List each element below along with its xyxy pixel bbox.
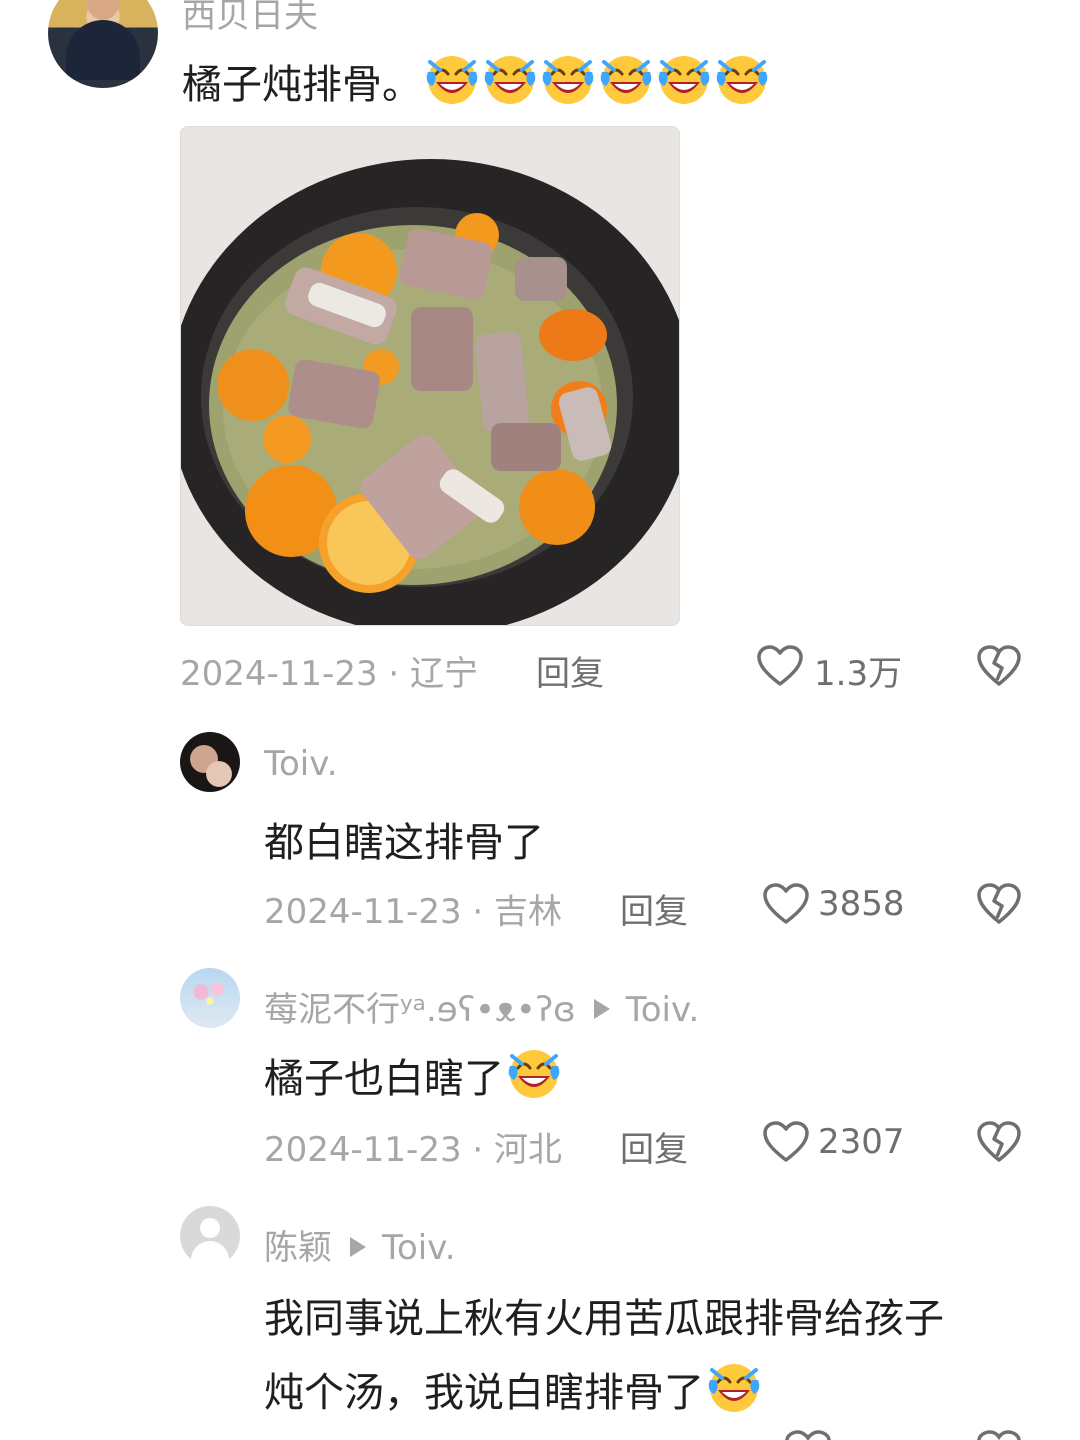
comment-image[interactable] xyxy=(180,126,680,626)
laughing-crying-emoji xyxy=(504,1050,562,1102)
reply-button[interactable]: 回复 xyxy=(620,884,688,933)
default-avatar-head xyxy=(200,1218,220,1238)
dislike-broken-heart-icon[interactable] xyxy=(976,644,1022,688)
comment-date-location: 2024-11-23 · 河北 xyxy=(264,1130,563,1170)
comment-date-location: 2024-11-23 · 辽宁 xyxy=(180,654,479,694)
dislike-broken-heart-icon[interactable] xyxy=(976,1120,1022,1164)
reply-to-username[interactable]: Toiv. xyxy=(626,990,700,1030)
default-avatar-body xyxy=(191,1241,229,1266)
dislike-broken-heart-icon[interactable] xyxy=(976,1430,1022,1440)
emoji-row xyxy=(422,56,770,108)
reply-arrow-icon xyxy=(350,1237,366,1257)
braised-ribs-photo xyxy=(181,127,679,625)
comment-username[interactable]: 莓泥不行ʸᵃ.ɘʕ•ᴥ•ʔɞ xyxy=(264,990,576,1030)
laughing-crying-emoji xyxy=(704,1364,762,1416)
comment-text: 橘子炖排骨。 xyxy=(182,52,770,110)
avatar[interactable] xyxy=(180,968,240,1028)
comment-username-row: 陈颖 Toiv. xyxy=(264,1220,456,1269)
avatar[interactable] xyxy=(48,0,158,88)
like-heart-icon[interactable] xyxy=(762,1120,810,1164)
like-heart-icon[interactable] xyxy=(784,1430,832,1440)
reply-button[interactable]: 回复 xyxy=(536,646,604,695)
avatar[interactable] xyxy=(180,1206,240,1266)
reply-arrow-icon xyxy=(593,999,610,1019)
like-count: 3858 xyxy=(818,884,905,924)
comment-username[interactable]: 西贝日夫 xyxy=(182,0,318,37)
laughing-crying-emoji xyxy=(484,56,536,104)
reply-to-username[interactable]: Toiv. xyxy=(382,1228,456,1268)
laughing-crying-emoji xyxy=(542,56,594,104)
laughing-crying-emoji xyxy=(426,56,478,104)
reply-button[interactable]: 回复 xyxy=(620,1122,688,1171)
comment-text-body: 炖个汤，我说白瞎排骨了 xyxy=(264,1370,704,1416)
laughing-crying-emoji xyxy=(508,1050,560,1098)
comment-text-line-1: 我同事说上秋有火用苦瓜跟排骨给孩子 xyxy=(264,1296,944,1342)
comment-username-row: 莓泥不行ʸᵃ.ɘʕ•ᴥ•ʔɞ Toiv. xyxy=(264,982,699,1031)
laughing-crying-emoji xyxy=(600,56,652,104)
comment-text-body: 橘子也白瞎了 xyxy=(264,1056,504,1102)
comment-username[interactable]: Toiv. xyxy=(264,744,338,784)
laughing-crying-emoji xyxy=(708,1364,760,1412)
like-heart-icon[interactable] xyxy=(762,882,810,926)
dislike-broken-heart-icon[interactable] xyxy=(976,882,1022,926)
comment-date-location: 2024-11-23 · 吉林 xyxy=(264,892,563,932)
avatar-body xyxy=(66,20,140,80)
comment-text: 橘子也白瞎了 xyxy=(264,1046,562,1104)
laughing-crying-emoji xyxy=(658,56,710,104)
avatar[interactable] xyxy=(180,732,240,792)
avatar-face xyxy=(86,0,120,20)
like-heart-icon[interactable] xyxy=(756,644,804,688)
like-count: 1.3万 xyxy=(814,654,903,694)
comment-text-line-2: 炖个汤，我说白瞎排骨了 xyxy=(264,1360,762,1418)
comment-username[interactable]: 陈颖 xyxy=(264,1228,332,1268)
laughing-crying-emoji xyxy=(716,56,768,104)
comment-text: 都白瞎这排骨了 xyxy=(264,820,544,866)
comment-text-body: 橘子炖排骨。 xyxy=(182,62,422,108)
like-count: 2307 xyxy=(818,1122,905,1162)
